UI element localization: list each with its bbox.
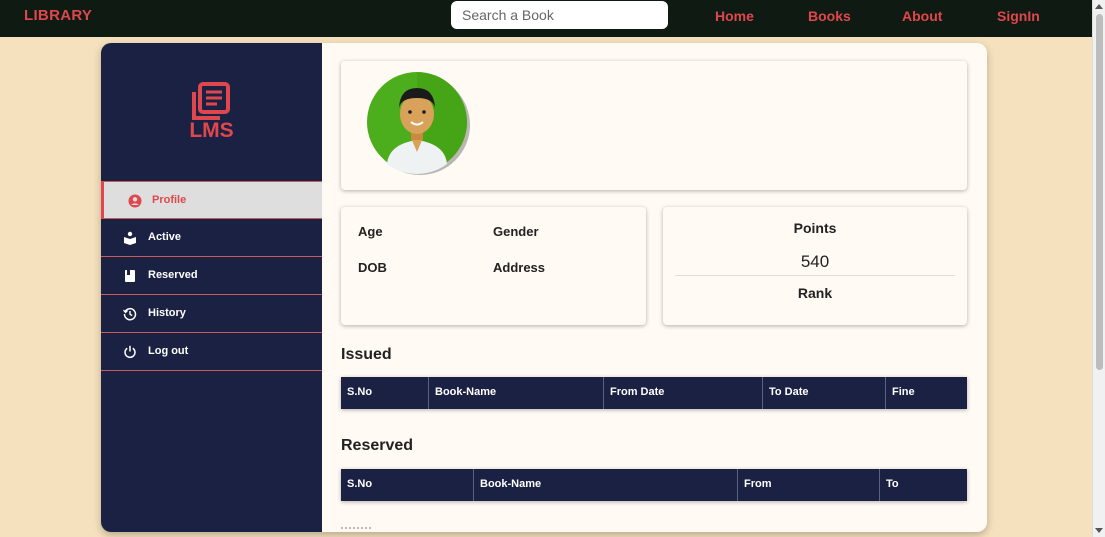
nav-link-signin[interactable]: SignIn <box>997 8 1040 24</box>
scroll-up-arrow-icon[interactable] <box>1095 4 1103 9</box>
reading-icon <box>124 231 136 245</box>
dob-label: DOB <box>358 260 387 275</box>
scrollbar[interactable] <box>1092 0 1105 537</box>
sidebar-item-history[interactable]: History <box>101 295 322 333</box>
scroll-down-arrow-icon[interactable] <box>1095 528 1103 533</box>
dashboard-card: LMS Profile Active Reserved History Log … <box>101 43 987 532</box>
column-header: Book-Name <box>429 377 604 409</box>
sidebar-logo-text: LMS <box>189 119 234 142</box>
avatar-panel <box>341 61 967 190</box>
brand-logo[interactable]: LIBRARY <box>24 7 92 24</box>
points-value: 540 <box>800 252 830 271</box>
column-header: Fine <box>892 386 915 398</box>
sidebar-item-label: Reserved <box>148 269 198 281</box>
sidebar-item-label: Active <box>148 231 182 243</box>
gender-label: Gender <box>493 224 539 239</box>
nav-link-home[interactable]: Home <box>715 8 754 24</box>
sidebar-item-reserved[interactable]: Reserved <box>101 257 322 295</box>
scrollbar-thumb[interactable] <box>1096 14 1103 370</box>
sidebar-item-active[interactable]: Active <box>101 219 322 257</box>
history-icon <box>123 307 137 321</box>
issued-table-header: S.No Book-Name From Date To Date Fine <box>341 377 967 409</box>
sidebar: LMS Profile Active Reserved History Log … <box>101 43 322 532</box>
rank-label: Rank <box>797 285 833 301</box>
sidebar-item-profile[interactable]: Profile <box>101 181 322 219</box>
column-header: S.No <box>341 469 474 501</box>
divider <box>675 275 955 276</box>
clipped-section-title <box>341 527 371 532</box>
nav-link-about[interactable]: About <box>902 8 942 24</box>
column-header: Book-Name <box>474 469 738 501</box>
points-panel: Points 540 Rank <box>663 207 967 325</box>
top-navbar: LIBRARY Home Books About SignIn <box>0 0 1092 37</box>
sidebar-item-label: Profile <box>152 194 187 206</box>
profile-info-panel: Age Gender DOB Address <box>341 207 646 325</box>
issued-section-title: Issued <box>341 346 392 363</box>
reserved-section-title: Reserved <box>341 437 414 454</box>
sidebar-item-label: History <box>148 307 186 319</box>
column-header: To Date <box>763 377 886 409</box>
column-header: From <box>738 469 880 501</box>
search-input[interactable] <box>451 1 668 29</box>
reserved-table-header: S.No Book-Name From To <box>341 469 967 501</box>
age-label: Age <box>358 224 383 239</box>
avatar <box>367 72 470 175</box>
column-header: To <box>886 478 899 490</box>
points-label: Points <box>793 220 837 236</box>
column-header: S.No <box>341 377 429 409</box>
sidebar-item-label: Log out <box>148 345 189 357</box>
nav-link-books[interactable]: Books <box>808 8 851 24</box>
power-icon <box>124 345 136 359</box>
sidebar-item-logout[interactable]: Log out <box>101 333 322 371</box>
column-header: From Date <box>604 377 763 409</box>
address-label: Address <box>493 260 546 275</box>
user-circle-icon <box>128 194 142 208</box>
book-icon <box>125 270 135 282</box>
